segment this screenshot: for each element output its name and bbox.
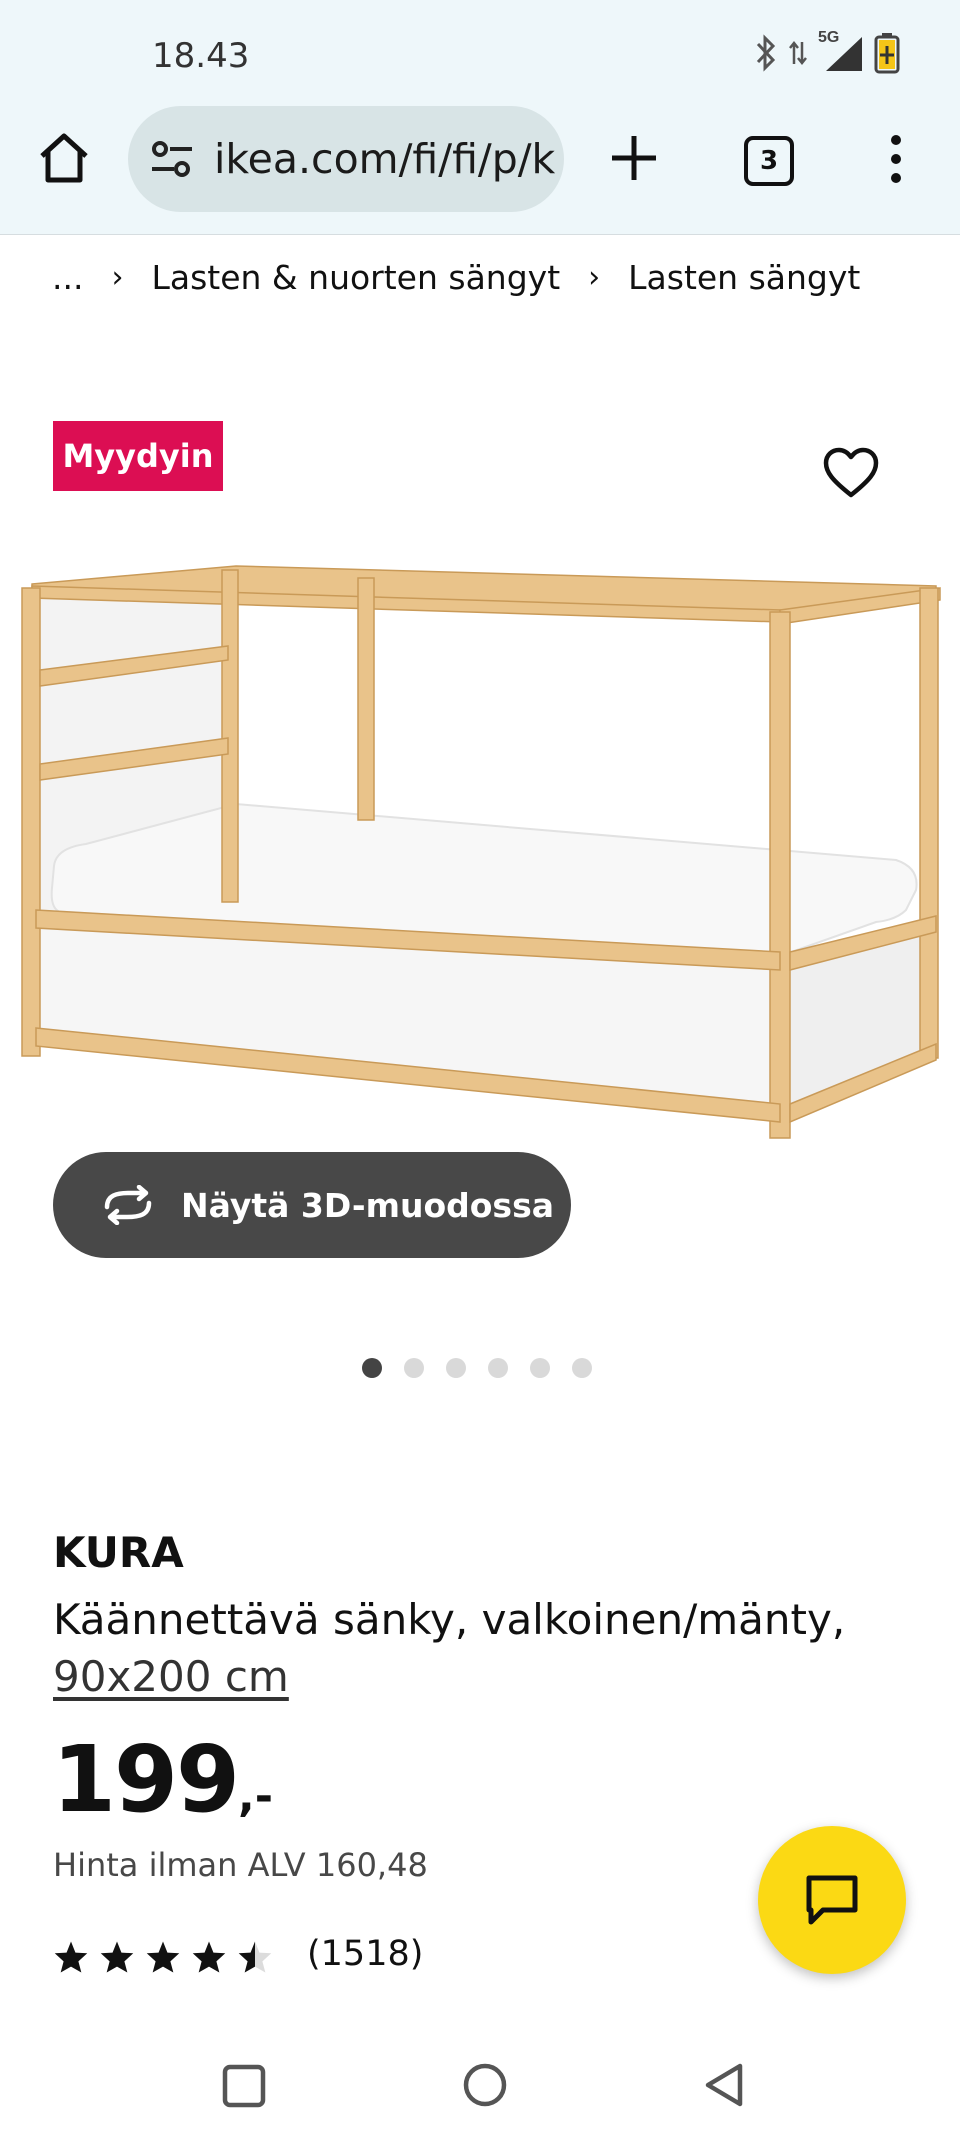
carousel-dot[interactable] [446,1358,466,1378]
view-3d-label: Näytä 3D-muodossa [181,1185,554,1225]
view-3d-button[interactable]: Näytä 3D-muodossa [53,1152,571,1258]
url-bar[interactable]: ikea.com/fi/fi/p/k [128,106,564,212]
new-tab-icon[interactable] [606,130,662,186]
breadcrumb-ellipsis[interactable]: ... [52,258,83,297]
back-icon[interactable] [702,2062,746,2108]
network-type: 5G [818,29,840,46]
more-menu-icon[interactable] [882,134,910,184]
product-name: KURA [53,1528,184,1577]
star-full-icon [192,1941,226,1973]
home-icon[interactable] [34,128,94,188]
signal-icon: 5G [818,29,864,73]
carousel-dot[interactable] [404,1358,424,1378]
star-full-icon [100,1941,134,1973]
carousel-dot[interactable] [572,1358,592,1378]
bestseller-badge: Myydyin [53,421,223,491]
chat-icon [806,1875,858,1925]
review-count[interactable]: (1518) [307,1934,423,1974]
price-without-vat: Hinta ilman ALV 160,48 [53,1846,428,1884]
carousel-dot[interactable] [488,1358,508,1378]
carousel-dot[interactable] [530,1358,550,1378]
carousel-dot[interactable] [362,1358,382,1378]
price-suffix: ,- [238,1771,274,1822]
tab-switcher-button[interactable]: 3 [744,136,794,186]
breadcrumb: ... › Lasten & nuorten sängyt › Lasten s… [52,258,860,297]
browser-chrome: 18.43 5G ikea.com/fi/fi/p/k 3 [0,0,960,235]
chevron-right-icon: › [588,260,601,295]
rating-stars[interactable] [53,1940,273,1974]
battery-icon [874,33,900,74]
bluetooth-icon [756,34,776,72]
star-half-icon [238,1941,272,1973]
status-icons: 5G [754,29,900,74]
rotate-3d-icon [104,1185,152,1225]
star-full-icon [146,1941,180,1973]
status-time: 18.43 [152,36,250,76]
product-image[interactable] [16,548,944,1148]
heart-icon[interactable] [822,446,880,500]
site-settings-icon[interactable] [148,135,196,183]
chat-button[interactable] [758,1826,906,1974]
url-text[interactable]: ikea.com/fi/fi/p/k [214,135,555,183]
star-full-icon [54,1941,88,1973]
data-arrows-icon [789,40,807,66]
recent-apps-icon[interactable] [222,2064,266,2108]
product-description: Käännettävä sänky, valkoinen/mänty, [53,1595,846,1644]
breadcrumb-item-kids-youth-beds[interactable]: Lasten & nuorten sängyt [151,258,560,297]
price-value: 199 [52,1726,240,1833]
breadcrumb-item-kids-beds[interactable]: Lasten sängyt [628,258,860,297]
chevron-right-icon: › [111,260,124,295]
product-size-link[interactable]: 90x200 cm [53,1652,289,1701]
image-carousel-dots [362,1358,592,1378]
home-circle-icon[interactable] [462,2062,508,2108]
product-price: 199,- [52,1726,273,1833]
